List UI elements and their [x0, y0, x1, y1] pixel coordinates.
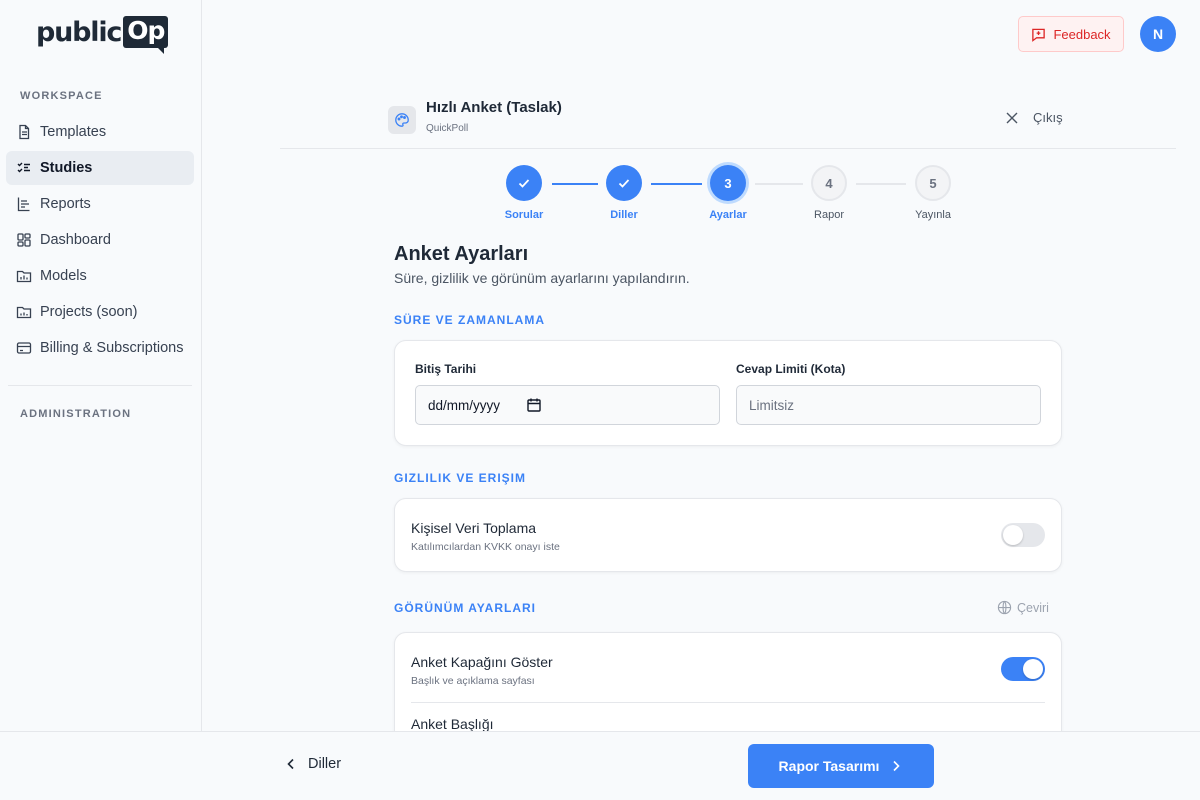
feedback-label: Feedback	[1053, 26, 1111, 42]
step-sorular[interactable]: Sorular	[484, 165, 564, 221]
limit-label: Cevap Limiti (Kota)	[736, 362, 846, 376]
chevron-left-icon	[287, 758, 294, 770]
next-button[interactable]: Rapor Tasarımı	[748, 744, 934, 788]
sidebar-item-templates[interactable]: Templates	[6, 115, 194, 149]
sidebar-item-label: Studies	[40, 160, 93, 176]
sidebar-divider	[8, 385, 192, 386]
next-label: Rapor Tasarımı	[778, 758, 880, 774]
step-ayarlar[interactable]: 3 Ayarlar	[688, 165, 768, 221]
sidebar: public Op WORKSPACE Templates Studies Re…	[0, 0, 202, 800]
section-heading-timing: SÜRE VE ZAMANLAMA	[394, 313, 545, 327]
logo-text: public	[36, 16, 122, 48]
administration-label: ADMINISTRATION	[20, 408, 132, 420]
end-date-input[interactable]: dd/mm/yyyy	[415, 385, 720, 425]
exit-label: Çıkış	[1033, 110, 1063, 125]
section-heading-appearance: GÖRÜNÜM AYARLARI	[394, 601, 537, 615]
exit-button[interactable]: Çıkış	[1005, 110, 1063, 125]
limit-input[interactable]: Limitsiz	[736, 385, 1041, 425]
header-divider	[280, 148, 1176, 149]
step-done-circle	[506, 165, 542, 201]
globe-icon	[997, 600, 1012, 615]
step-label: Diller	[610, 209, 638, 221]
timing-card: Bitiş Tarihi dd/mm/yyyy Cevap Limiti (Ko…	[394, 340, 1062, 446]
sidebar-item-projects[interactable]: Projects (soon)	[6, 295, 194, 329]
step-number: 4	[811, 165, 847, 201]
feedback-button[interactable]: Feedback	[1018, 16, 1124, 52]
end-date-label: Bitiş Tarihi	[415, 362, 477, 376]
checklist-icon	[17, 162, 30, 173]
check-icon	[518, 179, 530, 188]
sidebar-item-label: Templates	[40, 124, 107, 140]
page-title: Anket Ayarları	[394, 243, 529, 265]
cover-toggle[interactable]	[1001, 657, 1045, 681]
step-number: 5	[915, 165, 951, 201]
sidebar-item-label: Models	[40, 268, 87, 284]
footer-bar	[0, 731, 1200, 800]
sidebar-item-studies[interactable]: Studies	[6, 151, 194, 185]
cover-title: Anket Kapağını Göster	[411, 654, 553, 670]
check-icon	[618, 179, 630, 188]
chevron-right-icon	[893, 760, 901, 772]
sidebar-item-billing[interactable]: Billing & Subscriptions	[6, 331, 194, 365]
sidebar-item-label: Billing & Subscriptions	[40, 340, 184, 356]
survey-title: Hızlı Anket (Taslak)	[426, 99, 562, 116]
workspace-label: WORKSPACE	[20, 90, 103, 102]
translate-button[interactable]: Çeviri	[997, 600, 1049, 615]
section-heading-privacy: GIZLILIK VE ERIŞIM	[394, 471, 527, 485]
step-rapor[interactable]: 4 Rapor	[789, 165, 869, 221]
step-label: Ayarlar	[709, 209, 747, 221]
close-icon	[1006, 112, 1018, 123]
step-label: Rapor	[814, 209, 844, 221]
data-collection-toggle[interactable]	[1001, 523, 1045, 547]
step-label: Yayınla	[915, 209, 951, 221]
back-label: Diller	[308, 756, 342, 772]
end-date-value: dd/mm/yyyy	[428, 397, 501, 413]
avatar[interactable]: N	[1140, 16, 1176, 52]
sidebar-item-models[interactable]: Models	[6, 259, 194, 293]
back-button[interactable]: Diller	[284, 756, 341, 772]
step-done-circle	[606, 165, 642, 201]
step-number: 3	[710, 165, 746, 201]
sidebar-item-reports[interactable]: Reports	[6, 187, 194, 221]
toggle-knob	[1023, 659, 1043, 679]
limit-placeholder: Limitsiz	[749, 397, 795, 413]
survey-subtitle: QuickPoll	[426, 123, 469, 134]
step-yayinla[interactable]: 5 Yayınla	[893, 165, 973, 221]
calendar-icon	[527, 398, 541, 412]
reports-icon	[17, 197, 30, 212]
logo[interactable]: public Op	[36, 14, 169, 54]
palette-icon	[388, 106, 416, 134]
logo-box: Op	[123, 16, 169, 54]
folder-icon	[16, 306, 32, 319]
sidebar-item-label: Dashboard	[40, 232, 111, 248]
privacy-card: Kişisel Veri Toplama Katılımcılardan KVK…	[394, 498, 1062, 572]
data-collection-subtitle: Katılımcılardan KVKK onayı iste	[411, 541, 560, 553]
cover-subtitle: Başlık ve açıklama sayfası	[411, 675, 535, 687]
folder-chart-icon	[16, 270, 32, 283]
step-label: Sorular	[504, 209, 544, 221]
sidebar-nav: Templates Studies Reports Dashboard Mode…	[6, 115, 194, 367]
card-divider	[411, 702, 1045, 703]
translate-label: Çeviri	[1017, 600, 1049, 615]
credit-card-icon	[16, 342, 32, 354]
sidebar-item-dashboard[interactable]: Dashboard	[6, 223, 194, 257]
toggle-knob	[1003, 525, 1023, 545]
feedback-icon	[1032, 28, 1046, 42]
survey-title-label: Anket Başlığı	[411, 716, 494, 732]
sidebar-item-label: Projects (soon)	[40, 304, 138, 320]
data-collection-title: Kişisel Veri Toplama	[411, 520, 537, 536]
page-subtitle: Süre, gizlilik ve görünüm ayarlarını yap…	[394, 270, 690, 286]
dashboard-icon	[17, 233, 31, 247]
sidebar-item-label: Reports	[40, 196, 91, 212]
step-diller[interactable]: Diller	[584, 165, 664, 221]
document-icon	[19, 124, 30, 140]
